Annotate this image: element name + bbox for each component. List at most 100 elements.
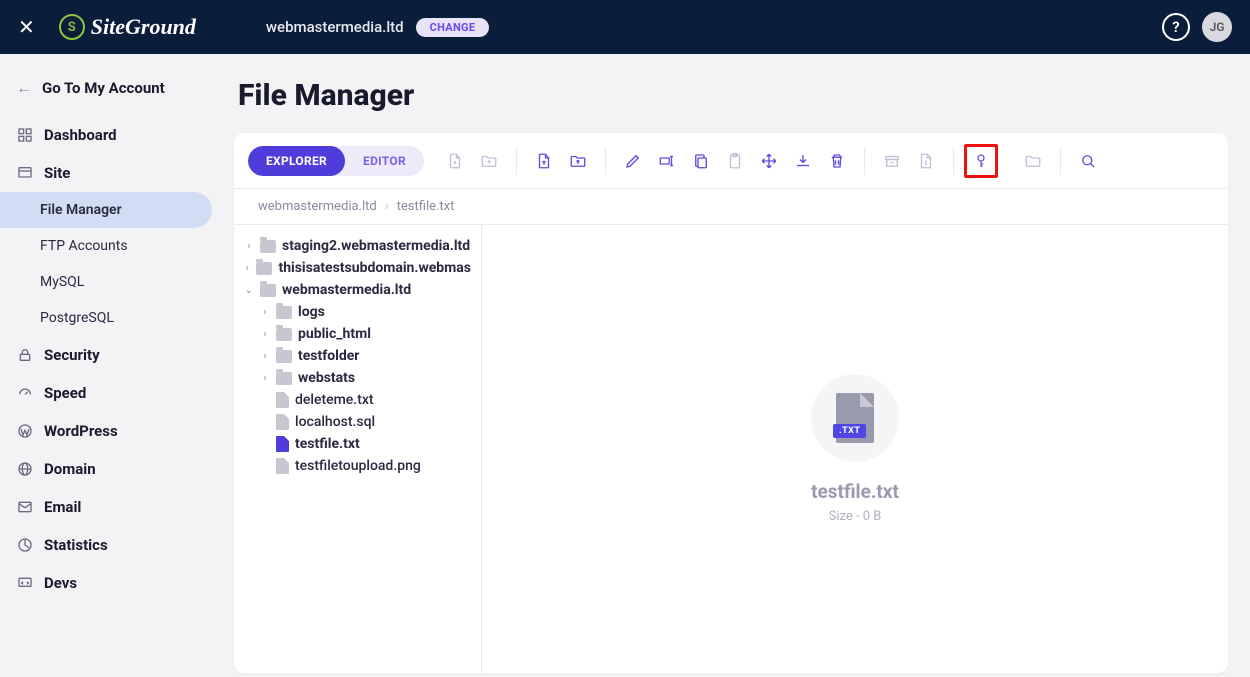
sidebar-sub-postgresql[interactable]: PostgreSQL [0,300,212,336]
sidebar-item-email[interactable]: Email [0,488,216,526]
tree-folder[interactable]: webmastermedia.ltd [242,279,473,301]
chevron-icon [244,285,254,296]
sidebar-item-statistics[interactable]: Statistics [0,526,216,564]
chevron-icon [260,307,270,318]
brand-logo[interactable]: S SiteGround [59,14,196,40]
sidebar-item-site[interactable]: Site [0,154,216,192]
search-icon[interactable] [1071,144,1105,178]
sidebar-item-dashboard[interactable]: Dashboard [0,116,216,154]
logo-mark-icon: S [59,14,85,40]
tree-item-label: testfile.txt [295,436,360,452]
file-icon [276,436,289,452]
logo-text: SiteGround [91,14,196,40]
sidebar-item-security[interactable]: Security [0,336,216,374]
preview-filesize: Size - 0 B [829,509,882,524]
tree-item-label: testfiletoupload.png [295,458,421,474]
tree-file[interactable]: testfile.txt [242,433,473,455]
view-toggle: EXPLORER EDITOR [248,146,424,176]
sidebar: ← Go To My Account Dashboard Site File M… [0,54,216,677]
new-file-icon[interactable] [438,144,472,178]
globe-icon [16,461,34,477]
sidebar-item-wordpress[interactable]: WordPress [0,412,216,450]
change-site-button[interactable]: CHANGE [416,18,490,37]
breadcrumb-item[interactable]: webmastermedia.ltd [258,199,377,214]
archive-icon[interactable] [875,144,909,178]
file-upload-icon[interactable] [527,144,561,178]
sidebar-sub-file-manager[interactable]: File Manager [0,192,212,228]
copy-icon[interactable] [684,144,718,178]
tree-item-label: localhost.sql [295,414,375,430]
help-icon[interactable]: ? [1162,13,1190,41]
sidebar-item-devs[interactable]: Devs [0,564,216,602]
tree-folder[interactable]: webstats [242,367,473,389]
file-icon [276,414,289,430]
chevron-icon [244,263,250,274]
file-manager-panel: EXPLORER EDITOR [234,133,1228,673]
lock-icon [16,347,34,363]
tab-explorer[interactable]: EXPLORER [248,146,345,176]
edit-icon[interactable] [616,144,650,178]
tree-item-label: public_html [298,326,371,342]
sidebar-item-domain[interactable]: Domain [0,450,216,488]
tree-item-label: staging2.webmastermedia.ltd [282,238,470,254]
folder-icon [276,306,292,319]
page-title: File Manager [238,78,1228,113]
folder-icon[interactable] [1016,144,1050,178]
chevron-icon [244,241,254,252]
tree-file[interactable]: testfiletoupload.png [242,455,473,477]
current-domain: webmastermedia.ltd [266,18,404,36]
folder-icon [276,372,292,385]
tree-folder[interactable]: public_html [242,323,473,345]
extract-icon[interactable] [909,144,943,178]
chevron-icon [260,329,270,340]
go-to-account-link[interactable]: ← Go To My Account [0,72,216,116]
tree-item-label: webmastermedia.ltd [282,282,411,298]
tree-folder[interactable]: logs [242,301,473,323]
go-back-label: Go To My Account [42,79,165,97]
permissions-icon[interactable] [964,144,998,178]
paste-icon[interactable] [718,144,752,178]
tree-file[interactable]: localhost.sql [242,411,473,433]
tree-item-label: testfolder [298,348,359,364]
close-icon[interactable]: ✕ [18,15,35,39]
site-icon [16,165,34,181]
folder-icon [256,262,272,275]
speed-icon [16,385,34,401]
grid-icon [16,127,34,143]
breadcrumb-item[interactable]: testfile.txt [397,199,455,214]
main-content: File Manager EXPLORER EDITOR [216,54,1250,677]
file-preview: .TXT testfile.txt Size - 0 B [482,225,1228,673]
chevron-icon [260,373,270,384]
tree-item-label: thisisatestsubdomain.webmas [278,260,471,276]
download-icon[interactable] [786,144,820,178]
tree-folder[interactable]: staging2.webmastermedia.ltd [242,235,473,257]
tree-file[interactable]: deleteme.txt [242,389,473,411]
move-icon[interactable] [752,144,786,178]
chevron-icon [260,351,270,362]
file-tree: staging2.webmastermedia.ltd thisisatestsu… [234,225,482,673]
tree-item-label: webstats [298,370,355,386]
user-avatar[interactable]: JG [1202,12,1232,42]
tree-folder[interactable]: testfolder [242,345,473,367]
folder-icon [260,240,276,253]
mail-icon [16,499,34,515]
folder-icon [276,350,292,363]
sidebar-sub-mysql[interactable]: MySQL [0,264,212,300]
stats-icon [16,537,34,553]
topbar: ✕ S SiteGround webmastermedia.ltd CHANGE… [0,0,1250,54]
rename-icon[interactable] [650,144,684,178]
tree-item-label: deleteme.txt [295,392,374,408]
file-type-icon: .TXT [811,374,899,462]
sidebar-item-speed[interactable]: Speed [0,374,216,412]
tree-folder[interactable]: thisisatestsubdomain.webmas [242,257,473,279]
wordpress-icon [16,423,34,439]
preview-filename: testfile.txt [811,480,899,503]
delete-icon[interactable] [820,144,854,178]
folder-upload-icon[interactable] [561,144,595,178]
tab-editor[interactable]: EDITOR [345,146,424,176]
new-folder-icon[interactable] [472,144,506,178]
sidebar-sub-ftp[interactable]: FTP Accounts [0,228,212,264]
devs-icon [16,575,34,591]
toolbar: EXPLORER EDITOR [234,133,1228,189]
file-icon [276,392,289,408]
